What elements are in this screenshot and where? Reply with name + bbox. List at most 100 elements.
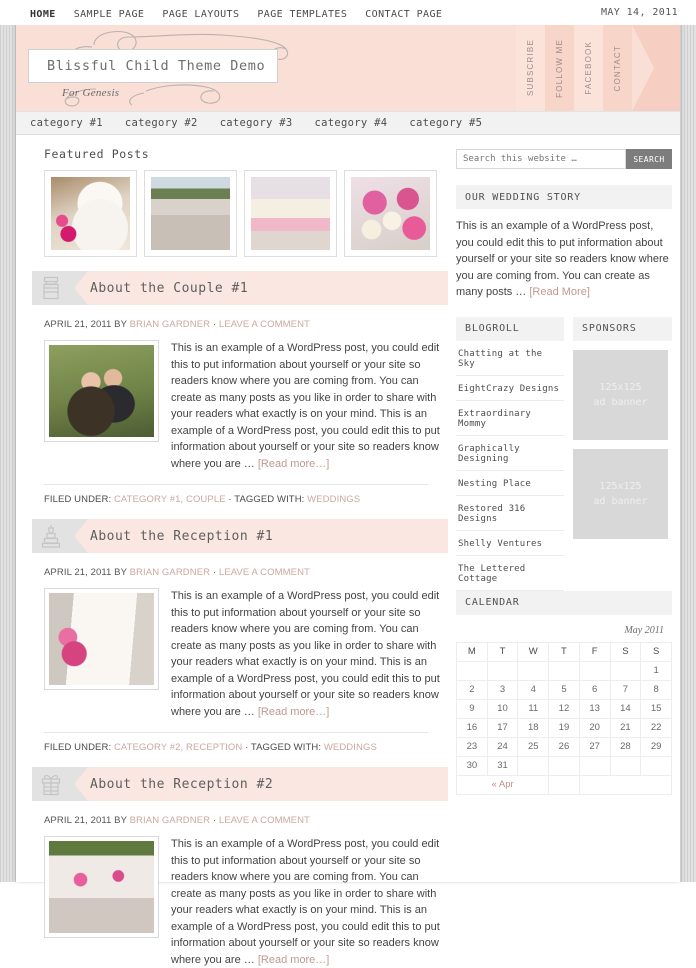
featured-thumb-4[interactable] <box>344 170 437 257</box>
catnav-item-2[interactable]: category #2 <box>125 117 198 129</box>
calendar-weekday: S <box>609 641 642 662</box>
ribbon-subscribe[interactable]: SUBSCRIBE <box>516 25 545 111</box>
calendar-weekday: S <box>640 641 672 662</box>
top-nav-item: CONTACT PAGE <box>365 4 442 22</box>
featured-posts-heading: Featured Posts <box>44 147 150 161</box>
nav-link-home[interactable]: HOME <box>30 9 56 20</box>
nav-link-sample-page[interactable]: SAMPLE PAGE <box>74 9 145 20</box>
post-thumbnail-frame[interactable] <box>44 340 159 442</box>
post-categories[interactable]: CATEGORY #2, RECEPTION <box>114 742 242 753</box>
blogroll-link[interactable]: Extraordinary Mommy <box>456 401 564 435</box>
catnav-item-4[interactable]: category #4 <box>315 117 388 129</box>
filed-under-label: FILED UNDER: <box>44 494 112 505</box>
calendar-week-row: 2 3 4 5 6 7 8 <box>456 679 672 700</box>
nav-link-page-layouts[interactable]: PAGE LAYOUTS <box>162 9 239 20</box>
post-tags[interactable]: WEDDINGS <box>324 742 377 753</box>
calendar-day: 2 <box>456 679 488 700</box>
calendar-day: 23 <box>456 736 488 757</box>
content-wrapper: Featured Posts About the Couple #1 APRIL… <box>16 135 680 968</box>
list-item: Nesting Place <box>456 471 564 496</box>
post-meta: APRIL 21, 2011 BY BRIAN GARDNER · LEAVE … <box>44 319 448 330</box>
ad-banner-label: ad banner <box>593 495 648 507</box>
blogroll-link[interactable]: Graphically Designing <box>456 436 564 470</box>
read-more-link[interactable]: [Read more…] <box>258 458 330 470</box>
ribbon-contact[interactable]: CONTACT <box>603 25 632 111</box>
calendar-day: 1 <box>640 660 672 681</box>
post-author[interactable]: BRIAN GARDNER <box>130 815 210 826</box>
post-meta-separator: · <box>212 319 217 330</box>
calendar-day: 29 <box>640 736 672 757</box>
blogroll-link[interactable]: Shelly Ventures <box>456 531 564 555</box>
calendar-day: 14 <box>609 698 642 719</box>
calendar-table: M T W T F S S 1 2 3 4 5 6 7 8 9 10 11 12… <box>455 641 673 795</box>
post-comment-link[interactable]: LEAVE A COMMENT <box>219 319 310 330</box>
ribbon-tail-decoration <box>632 25 680 111</box>
calendar-day: 8 <box>640 679 672 700</box>
page-inner: HOME SAMPLE PAGE PAGE LAYOUTS PAGE TEMPL… <box>0 0 696 966</box>
post-comment-link[interactable]: LEAVE A COMMENT <box>219 815 310 826</box>
post-meta: APRIL 21, 2011 BY BRIAN GARDNER · LEAVE … <box>44 567 448 578</box>
post-footer: FILED UNDER: CATEGORY #1, COUPLE · TAGGE… <box>44 484 428 505</box>
search-input[interactable] <box>456 149 626 169</box>
featured-thumb-3[interactable] <box>244 170 337 257</box>
post-author[interactable]: BRIAN GARDNER <box>130 567 210 578</box>
blogroll-link[interactable]: Chatting at the Sky <box>456 341 564 375</box>
top-nav-list: HOME SAMPLE PAGE PAGE LAYOUTS PAGE TEMPL… <box>30 4 460 22</box>
featured-thumb-1[interactable] <box>44 170 137 257</box>
featured-thumb-2[interactable] <box>144 170 237 257</box>
post-thumbnail-frame[interactable] <box>44 836 159 938</box>
calendar-weekday: T <box>548 641 580 662</box>
read-more-link[interactable]: [Read more…] <box>258 706 330 718</box>
catnav-item-5[interactable]: category #5 <box>409 117 482 129</box>
calendar-day: 16 <box>456 717 488 738</box>
calendar-week-row: 30 31 <box>456 755 672 776</box>
post-author[interactable]: BRIAN GARDNER <box>130 319 210 330</box>
calendar-prev-link[interactable]: « Apr <box>491 779 513 790</box>
wedding-cake-icon <box>41 525 61 548</box>
calendar-day <box>548 660 580 681</box>
read-more-link[interactable]: [Read more…] <box>258 954 330 966</box>
ribbon-facebook[interactable]: FACEBOOK <box>574 25 603 111</box>
calendar-nav-spacer <box>548 774 580 795</box>
post-title[interactable]: About the Couple #1 <box>90 281 248 296</box>
blogroll-link[interactable]: EightCrazy Designs <box>456 376 564 400</box>
blogroll-link[interactable]: The Lettered Cottage <box>456 556 564 590</box>
catnav-item-3[interactable]: category #3 <box>220 117 293 129</box>
featured-posts-row <box>24 170 448 257</box>
calendar-day: 10 <box>486 698 519 719</box>
ad-banner[interactable]: 125x125 ad banner <box>573 448 668 539</box>
read-more-link[interactable]: [Read More] <box>529 286 590 298</box>
nav-link-contact-page[interactable]: CONTACT PAGE <box>365 9 442 20</box>
post-thumbnail-frame[interactable] <box>44 588 159 690</box>
calendar-weekday: M <box>456 641 488 662</box>
ribbon-follow-me[interactable]: FOLLOW ME <box>545 25 574 111</box>
post-comment-link[interactable]: LEAVE A COMMENT <box>219 567 310 578</box>
post-article: About the Reception #2 APRIL 21, 2011 BY… <box>24 767 448 968</box>
post-by-label: BY <box>114 567 127 578</box>
post-body: This is an example of a WordPress post, … <box>44 836 448 968</box>
reception-tables-outdoor-image <box>49 841 154 933</box>
post-tags[interactable]: WEDDINGS <box>307 494 360 505</box>
calendar-day: 3 <box>486 679 519 700</box>
calendar-day: 18 <box>517 717 550 738</box>
pink-rose-bouquet-image <box>351 177 430 250</box>
search-button[interactable]: SEARCH <box>626 149 672 169</box>
ad-banner[interactable]: 125x125 ad banner <box>573 349 668 440</box>
catnav-item-1[interactable]: category #1 <box>30 117 103 129</box>
calendar-day: 4 <box>517 679 550 700</box>
post-date: APRIL 21, 2011 <box>44 815 112 826</box>
list-item: Restored 316 Designs <box>456 496 564 531</box>
post-meta-separator: · <box>212 567 217 578</box>
widget-body: This is an example of a WordPress post, … <box>456 209 672 301</box>
calendar-weekday-row: M T W T F S S <box>456 641 672 662</box>
calendar-day: 25 <box>517 736 550 757</box>
post-title[interactable]: About the Reception #2 <box>90 777 273 792</box>
post-title[interactable]: About the Reception #1 <box>90 529 273 544</box>
site-title: Blissful Child Theme Demo <box>47 58 266 74</box>
nav-link-page-templates[interactable]: PAGE TEMPLATES <box>257 9 347 20</box>
top-nav-item: HOME <box>30 4 56 22</box>
blogroll-link[interactable]: Nesting Place <box>456 471 564 495</box>
post-categories[interactable]: CATEGORY #1, COUPLE <box>114 494 226 505</box>
calendar-week-row: 1 <box>456 660 672 681</box>
blogroll-link[interactable]: Restored 316 Designs <box>456 496 564 530</box>
